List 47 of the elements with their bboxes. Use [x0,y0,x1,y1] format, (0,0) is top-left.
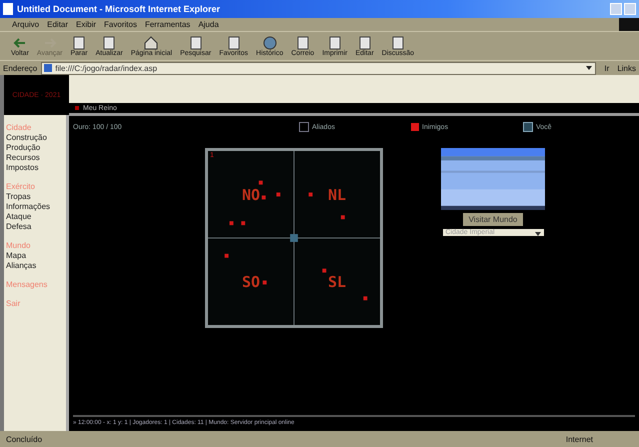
sidebar-item[interactable]: Construção [6,133,64,142]
page-icon [226,36,241,50]
sidebar-item[interactable]: Alianças [6,261,64,270]
page-icon [188,36,203,50]
menu-item[interactable]: Ferramentas [144,20,190,29]
page-icon [102,36,116,50]
menu-item[interactable]: Ajuda [198,20,219,29]
sidebar-item[interactable]: Mapa [6,251,64,260]
page-icon [44,64,52,72]
sidebar-item[interactable]: Ataque [6,212,64,221]
quadrant-label: SO [242,272,260,290]
page-icon [328,36,342,50]
page-icon [358,36,372,50]
page-icon [390,36,405,50]
window-title: Untitled Document - Microsoft Internet Explorer [17,4,222,14]
dropdown-arrow-icon[interactable] [534,232,540,236]
globe-icon [262,36,277,50]
status-text: Concluído [6,434,42,444]
page-icon [296,36,310,50]
page-icon [72,36,86,50]
page-icon [3,3,13,15]
go-button[interactable]: Ir [600,64,614,72]
menu-item[interactable]: Editar [47,20,68,29]
sidebar-item[interactable]: Tropas [6,192,64,201]
menu-item[interactable]: Favoritos [104,20,137,29]
address-field[interactable]: file:///C:/jogo/radar/index.asp [41,62,596,74]
sidebar-item[interactable]: Produção [6,143,64,152]
bullet-icon [75,106,79,110]
quadrant-label: NO [242,186,260,204]
legend-swatch-icon [299,122,309,132]
zone-label: Internet [566,434,593,444]
quadrant-label: NL [328,186,346,204]
dropdown-arrow-icon[interactable] [586,66,592,70]
menu-item[interactable]: Exibir [76,20,96,29]
address-label: Endereço [3,64,38,72]
quadrant-label: SL [328,272,346,290]
sidebar-item[interactable]: Informações [6,202,64,211]
sidebar-item[interactable]: Impostos [6,163,64,172]
legend-swatch-icon [523,122,533,132]
arrow-icon [12,36,27,50]
links-label[interactable]: Links [617,64,636,72]
sidebar-item[interactable]: Recursos [6,153,64,162]
visit-button[interactable]: Visitar Mundo [462,213,524,226]
menu-item[interactable]: Arquivo [12,20,40,29]
house-icon [144,36,158,50]
legend-swatch-icon [411,123,419,131]
sidebar-item[interactable]: Defesa [6,222,64,231]
